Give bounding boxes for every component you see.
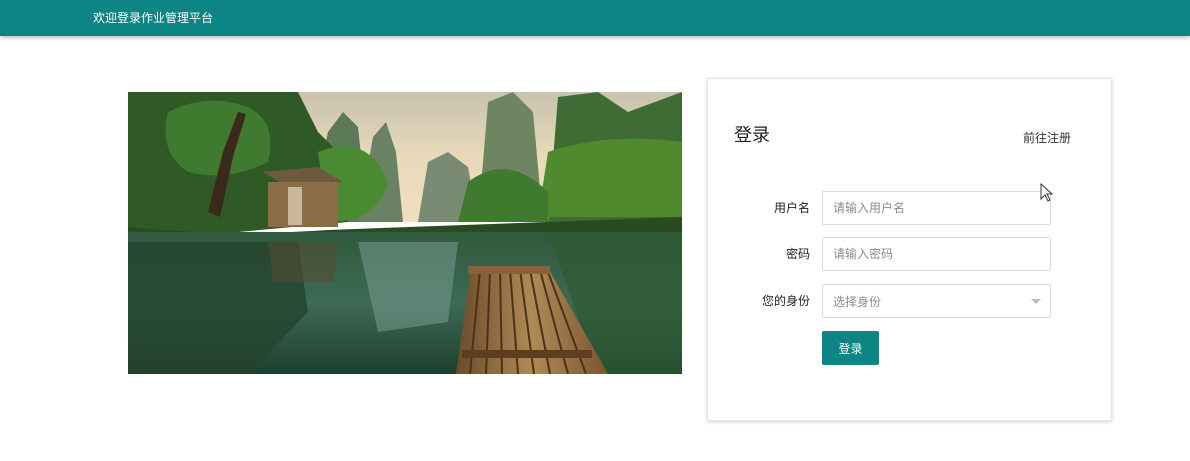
identity-select[interactable]: 选择身份 (822, 284, 1051, 318)
username-label: 用户名 (773, 201, 810, 215)
hero-landscape-image (128, 92, 682, 374)
register-link[interactable]: 前往注册 (1023, 130, 1071, 146)
password-input[interactable] (822, 237, 1051, 271)
mouse-pointer-icon (1040, 182, 1054, 203)
password-label: 密码 (785, 247, 810, 261)
identity-label: 您的身份 (761, 294, 810, 308)
header-title: 欢迎登录作业管理平台 (93, 11, 214, 25)
identity-row: 您的身份 选择身份 (708, 284, 1113, 318)
identity-select-placeholder: 选择身份 (833, 295, 882, 309)
login-title: 登录 (734, 125, 770, 146)
login-button[interactable]: 登录 (822, 331, 879, 365)
login-panel: 登录 前往注册 用户名 密码 您的身份 选择身份 登录 (707, 78, 1112, 421)
chevron-down-icon (1031, 299, 1041, 304)
username-input[interactable] (822, 191, 1051, 225)
top-header-bar: 欢迎登录作业管理平台 (0, 0, 1190, 36)
password-row: 密码 (708, 237, 1113, 271)
